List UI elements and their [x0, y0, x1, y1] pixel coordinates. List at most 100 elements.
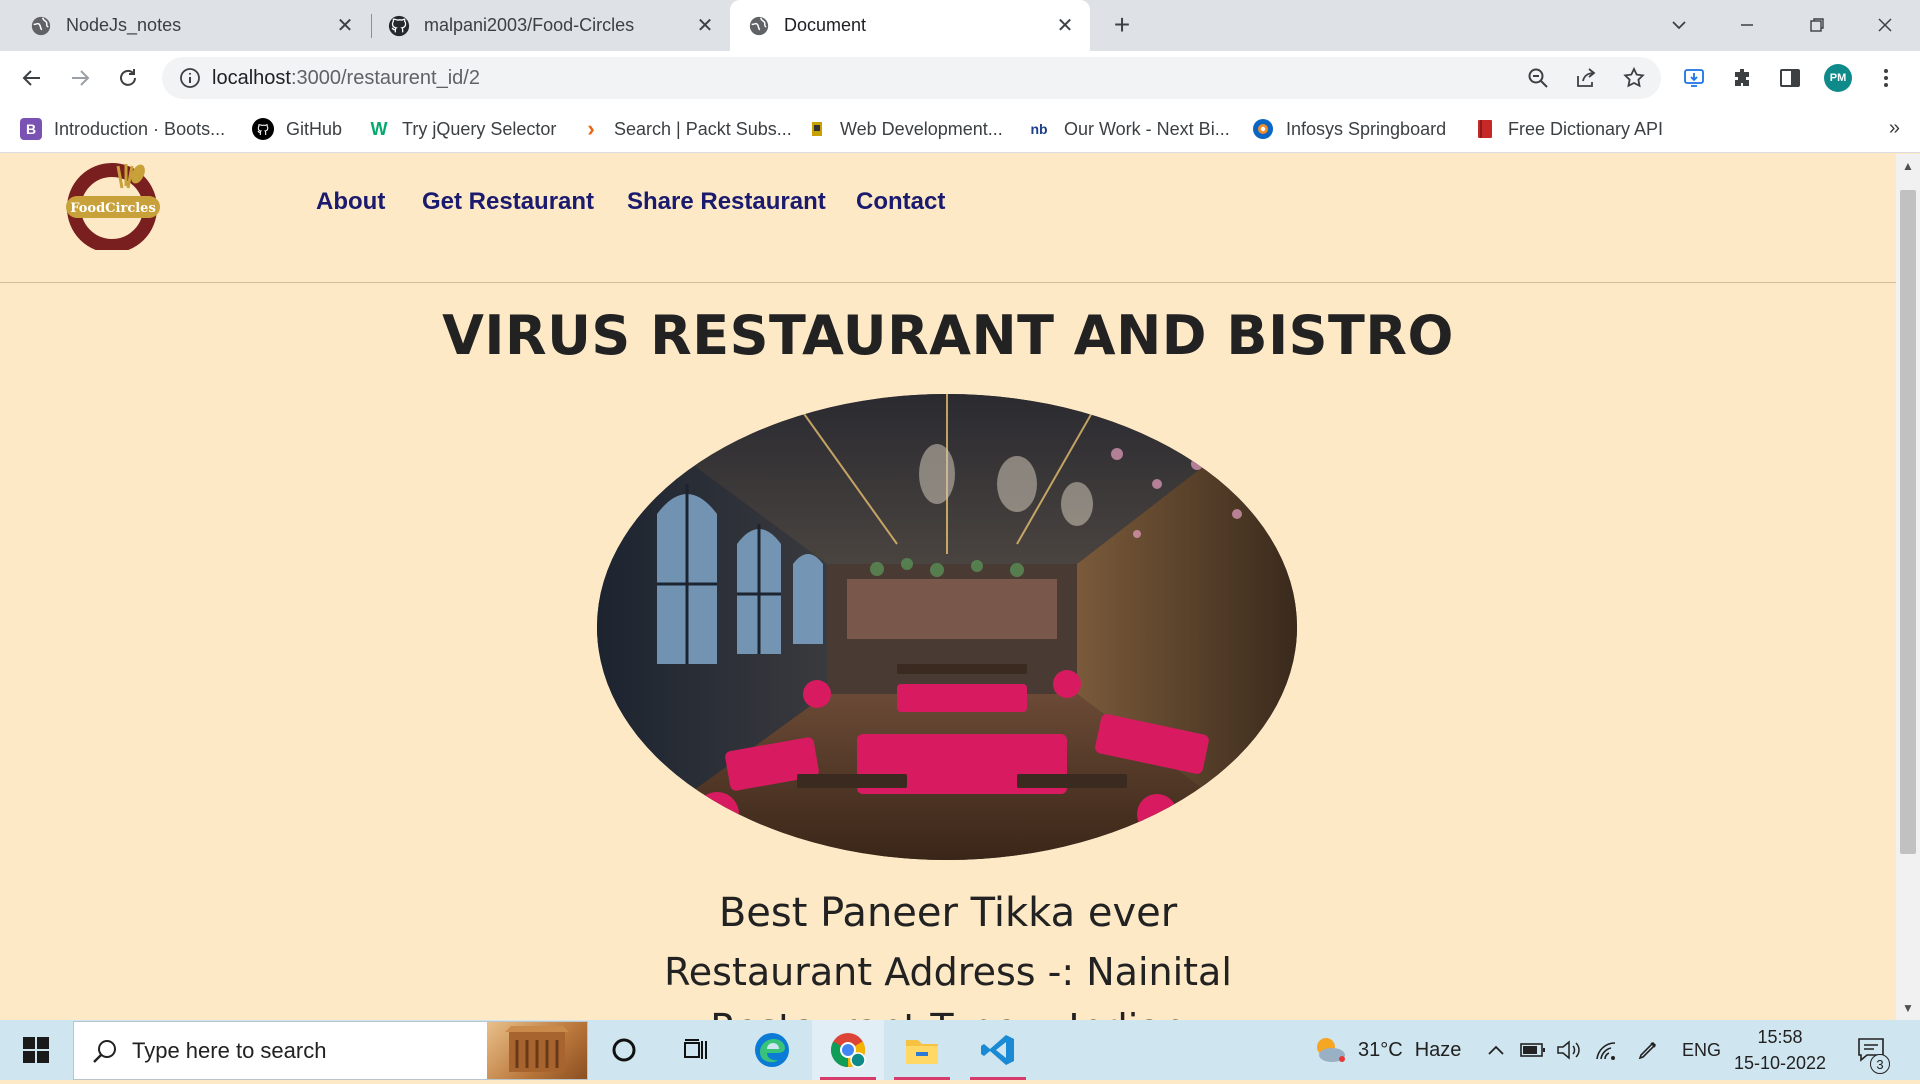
nav-contact[interactable]: Contact — [856, 188, 945, 216]
weather-haze-icon — [1317, 1038, 1345, 1062]
extensions-icon[interactable] — [1728, 64, 1756, 92]
packt-icon: › — [587, 116, 595, 141]
bookmark-packt[interactable]: › Search | Packt Subs... — [580, 115, 791, 143]
search-placeholder: Type here to search — [132, 1038, 327, 1063]
network-icon[interactable] — [1594, 1020, 1618, 1080]
nb-icon: nb — [1030, 121, 1048, 137]
weather-condition: Haze — [1414, 1038, 1462, 1061]
bookmark-web-development[interactable]: Web Development... — [806, 115, 1003, 143]
close-tab-icon[interactable]: ✕ — [334, 15, 356, 37]
dictionary-icon — [1474, 118, 1496, 140]
task-view-icon — [684, 1039, 707, 1059]
notification-count: 3 — [1870, 1054, 1890, 1074]
task-view-button[interactable] — [660, 1020, 732, 1080]
bookmark-label: Try jQuery Selector — [402, 118, 557, 139]
scroll-down-icon[interactable]: ▼ — [1896, 996, 1920, 1020]
start-button[interactable] — [0, 1020, 72, 1080]
forward-button[interactable] — [64, 62, 96, 94]
notifications-button[interactable]: 3 — [1856, 1020, 1890, 1080]
edge-app[interactable] — [736, 1020, 808, 1080]
bookmark-label: Free Dictionary API — [1508, 118, 1664, 139]
scroll-up-icon[interactable]: ▲ — [1896, 154, 1920, 178]
volume-icon[interactable] — [1556, 1020, 1582, 1080]
clock-date: 15-10-2022 — [1733, 1053, 1827, 1073]
github-icon — [252, 118, 274, 140]
restaurant-interior-image — [597, 394, 1297, 860]
reload-icon — [120, 69, 136, 86]
logo-text: FoodCircles — [70, 201, 156, 216]
clock[interactable]: 15:58 15-10-2022 — [1730, 1024, 1830, 1076]
bookmarks-more-icon[interactable]: » — [1889, 117, 1900, 140]
pen-icon[interactable] — [1636, 1020, 1660, 1080]
weather-widget[interactable]: 31°C Haze — [1312, 1020, 1461, 1080]
profile-initials: PM — [1824, 64, 1852, 92]
share-icon[interactable] — [1574, 66, 1598, 90]
arrow-right-icon — [72, 70, 90, 86]
battery-icon[interactable] — [1520, 1020, 1546, 1080]
show-hidden-icons-icon[interactable] — [1486, 1020, 1506, 1080]
side-panel-icon[interactable] — [1776, 64, 1804, 92]
back-button[interactable] — [16, 62, 48, 94]
tab-title: Document — [784, 15, 867, 35]
minimize-icon[interactable] — [1730, 8, 1764, 42]
star-icon[interactable] — [1622, 66, 1646, 90]
close-tab-icon[interactable]: ✕ — [694, 15, 716, 37]
file-explorer-app[interactable] — [886, 1020, 958, 1080]
search-icon — [93, 1040, 116, 1063]
address-bar[interactable]: localhost:3000/restaurent_id/2 — [162, 57, 1661, 99]
bookmark-jquery-selector[interactable]: W Try jQuery Selector — [368, 115, 557, 143]
taskbar-search[interactable]: Type here to search — [73, 1021, 588, 1080]
install-app-icon[interactable] — [1680, 64, 1708, 92]
new-tab-button[interactable]: + — [1108, 11, 1136, 40]
weather-temp: 31°C — [1358, 1038, 1403, 1061]
url-text[interactable]: localhost:3000/restaurent_id/2 — [212, 67, 480, 90]
profile-avatar[interactable]: PM — [1824, 64, 1852, 92]
bookmark-label: Introduction · Boots... — [54, 118, 226, 139]
cortana-button[interactable] — [588, 1020, 660, 1080]
w3schools-icon: W — [370, 118, 388, 139]
vscode-app[interactable] — [962, 1020, 1034, 1080]
tab-title: malpani2003/Food-Circles — [424, 15, 635, 35]
folder-icon — [906, 1040, 938, 1064]
close-tab-icon[interactable]: ✕ — [1054, 15, 1076, 37]
clock-time: 15:58 — [1757, 1027, 1803, 1047]
info-icon[interactable] — [178, 66, 202, 90]
nav-share-restaurant[interactable]: Share Restaurant — [627, 188, 826, 216]
language-indicator[interactable]: ENG — [1682, 1020, 1721, 1080]
tab-document[interactable]: Document ✕ — [730, 0, 1090, 51]
bootstrap-icon: B — [20, 118, 42, 140]
restaurant-type: Restaurant Type -: Indian — [0, 1006, 1896, 1020]
bookmark-free-dictionary-api[interactable]: Free Dictionary API — [1474, 115, 1663, 143]
bookmark-next-bi[interactable]: nb Our Work - Next Bi... — [1026, 115, 1229, 143]
bookmark-bootstrap[interactable]: B Introduction · Boots... — [20, 115, 225, 143]
restore-icon[interactable] — [1800, 8, 1834, 42]
globe-icon — [31, 16, 51, 35]
page-scrollbar[interactable]: ▲ ▼ — [1896, 154, 1920, 1020]
chrome-app[interactable] — [812, 1020, 884, 1080]
bookmark-icon — [806, 118, 828, 140]
bookmark-label: Infosys Springboard — [1286, 118, 1447, 139]
menu-icon[interactable] — [1872, 64, 1900, 92]
tab-nodejs-notes[interactable]: NodeJs_notes ✕ — [0, 0, 370, 51]
zoom-icon[interactable] — [1526, 66, 1550, 90]
page-content: FoodCircles About Get Restaurant Share R… — [0, 154, 1896, 1020]
url-host: localhost — [212, 67, 291, 89]
nav-get-restaurant[interactable]: Get Restaurant — [422, 188, 594, 216]
vscode-icon — [981, 1035, 1014, 1065]
nav-about[interactable]: About — [316, 188, 385, 216]
browser-toolbar: localhost:3000/restaurent_id/2 PM — [0, 51, 1920, 105]
chrome-icon — [831, 1033, 866, 1068]
food-circles-logo[interactable]: FoodCircles — [66, 160, 160, 250]
bookmark-github[interactable]: GitHub — [252, 115, 342, 143]
restaurant-tagline: Best Paneer Tikka ever — [718, 890, 1178, 936]
tab-search-icon[interactable] — [1662, 8, 1696, 42]
tab-title: NodeJs_notes — [66, 15, 182, 35]
bookmark-infosys[interactable]: Infosys Springboard — [1252, 115, 1446, 143]
scroll-thumb[interactable] — [1900, 190, 1916, 854]
close-window-icon[interactable] — [1868, 8, 1902, 42]
reload-button[interactable] — [112, 62, 144, 94]
windows-icon — [23, 1037, 49, 1063]
bookmarks-bar: B Introduction · Boots... GitHub W Try j… — [0, 105, 1920, 153]
edge-icon — [755, 1033, 789, 1067]
tab-food-circles-repo[interactable]: malpani2003/Food-Circles ✕ — [360, 0, 730, 51]
